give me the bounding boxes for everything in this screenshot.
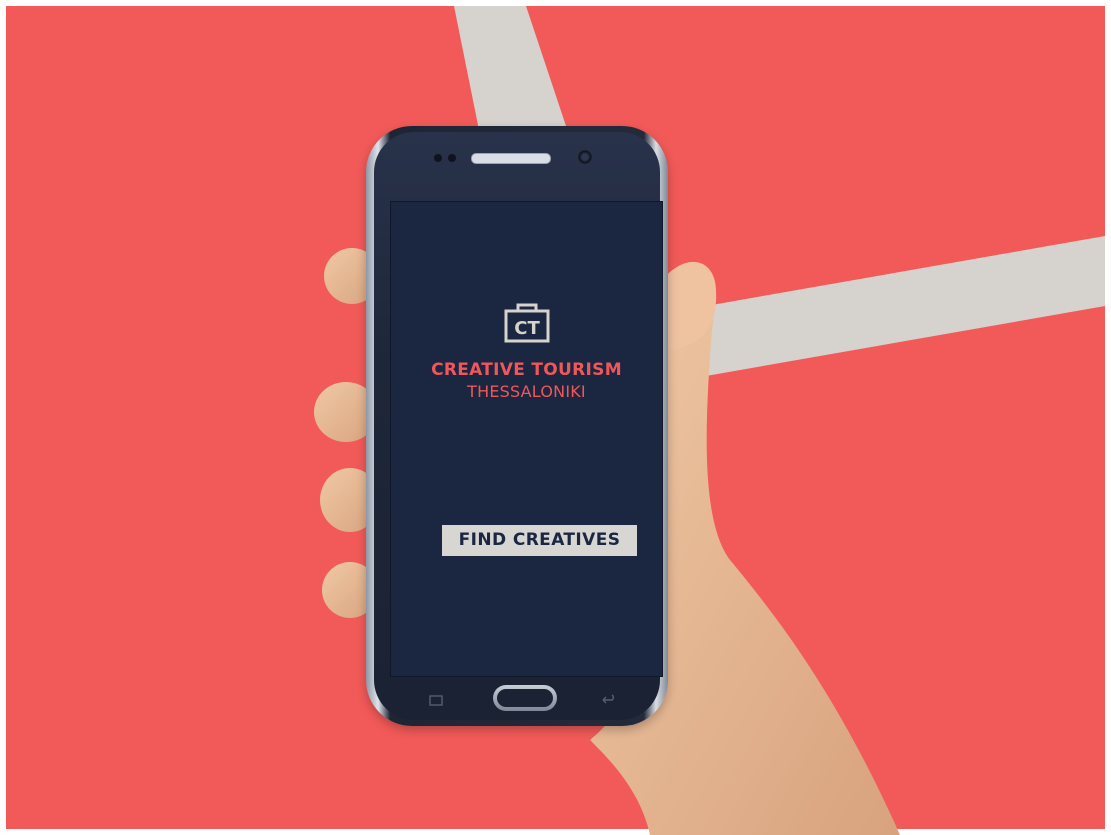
scene: CT CREATIVE TOURISM THESSALONIKI FIND CR… bbox=[0, 0, 1111, 835]
phone-bezel: CT CREATIVE TOURISM THESSALONIKI FIND CR… bbox=[374, 132, 663, 720]
smartphone: CT CREATIVE TOURISM THESSALONIKI FIND CR… bbox=[366, 126, 668, 726]
stripe-vertical bbox=[454, 6, 566, 130]
earpiece-speaker bbox=[471, 153, 551, 164]
app-screen: CT CREATIVE TOURISM THESSALONIKI FIND CR… bbox=[390, 201, 663, 677]
back-arrow-icon[interactable] bbox=[600, 694, 616, 706]
find-creatives-button[interactable]: FIND CREATIVES bbox=[442, 525, 637, 556]
recent-apps-icon[interactable] bbox=[428, 694, 444, 706]
sensor-icon bbox=[448, 154, 456, 162]
home-button-face bbox=[497, 689, 553, 707]
home-button-icon[interactable] bbox=[493, 685, 557, 711]
logo-text: CT bbox=[514, 318, 540, 339]
front-camera-icon bbox=[578, 150, 592, 164]
app-subtitle: THESSALONIKI bbox=[467, 382, 586, 401]
app-title: CREATIVE TOURISM bbox=[431, 360, 622, 380]
briefcase-icon: CT bbox=[504, 303, 550, 343]
stripe-horizontal bbox=[706, 236, 1105, 376]
sensor-icon bbox=[434, 154, 442, 162]
